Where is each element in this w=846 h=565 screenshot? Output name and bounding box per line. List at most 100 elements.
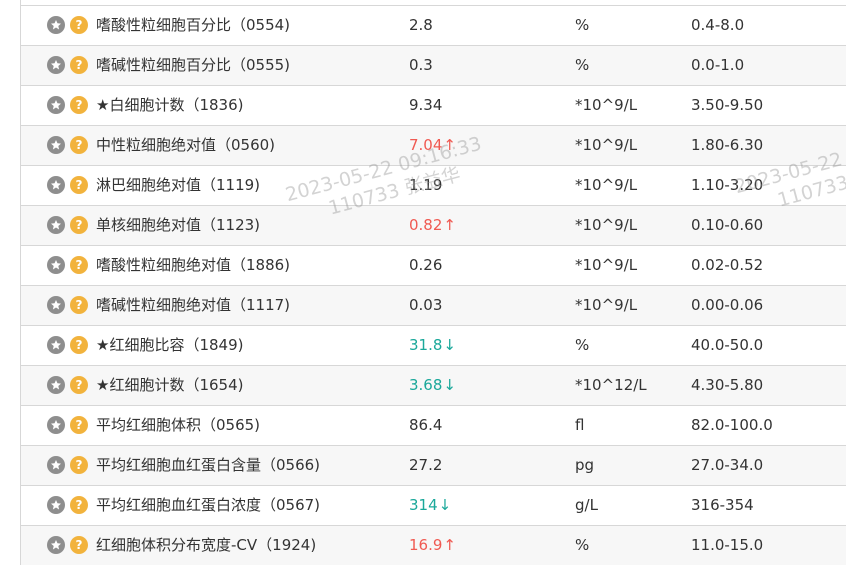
test-unit: *10^9/L xyxy=(575,256,638,274)
result-value: 0.03 xyxy=(409,296,443,314)
table-body: ? 嗜酸性粒细胞百分比（0554) 2.8% 0.4-8.0? 嗜碱性粒细胞百分比（05… xyxy=(21,6,846,565)
question-icon[interactable]: ? xyxy=(70,176,88,194)
reference-range: 1.10-3.20 xyxy=(691,176,764,194)
result-value: 1.19 xyxy=(409,176,443,194)
star-icon[interactable] xyxy=(47,56,65,74)
test-name: 淋巴细胞绝对值（1119) xyxy=(96,176,261,194)
star-icon[interactable] xyxy=(47,456,65,474)
lab-results-page: ? 嗜酸性粒细胞百分比（0554) 2.8% 0.4-8.0? 嗜碱性粒细胞百分比（05… xyxy=(0,0,846,565)
reference-range: 0.4-8.0 xyxy=(691,16,745,34)
star-icon[interactable] xyxy=(47,296,65,314)
reference-range: 0.00-0.06 xyxy=(691,296,764,314)
reference-range: 316-354 xyxy=(691,496,754,514)
test-name: 平均红细胞血红蛋白含量（0566) xyxy=(96,456,321,474)
test-unit: *10^9/L xyxy=(575,96,638,114)
result-value: 314 xyxy=(409,496,438,514)
reference-range: 3.50-9.50 xyxy=(691,96,764,114)
test-result: 314↓ xyxy=(409,486,451,525)
test-result: 0.03 xyxy=(409,286,442,325)
test-result: 31.8↓ xyxy=(409,326,456,365)
test-name: 红细胞体积分布宽度-CV（1924) xyxy=(96,536,317,554)
table-row: ? 淋巴细胞绝对值（1119) 1.19 *10^9/L 1.10-3.20 xyxy=(21,166,846,206)
test-name: ★红细胞计数（1654) xyxy=(96,376,244,394)
test-result: 2.8 xyxy=(409,6,433,45)
reference-range: 0.0-1.0 xyxy=(691,56,745,74)
arrow-up-icon: ↑ xyxy=(443,216,456,234)
star-icon[interactable] xyxy=(47,376,65,394)
test-unit: *10^12/L xyxy=(575,376,647,394)
table-row: ? 平均红细胞血红蛋白含量（0566) 27.2 pg 27.0-34.0 xyxy=(21,446,846,486)
result-value: 3.68 xyxy=(409,376,443,394)
question-icon[interactable]: ? xyxy=(70,256,88,274)
question-icon[interactable]: ? xyxy=(70,536,88,554)
arrow-down-icon: ↓ xyxy=(443,336,456,354)
table-row: ? 嗜酸性粒细胞百分比（0554) 2.8% 0.4-8.0 xyxy=(21,6,846,46)
reference-range: 11.0-15.0 xyxy=(691,536,764,554)
question-icon[interactable]: ? xyxy=(70,96,88,114)
question-icon[interactable]: ? xyxy=(70,496,88,514)
star-icon[interactable] xyxy=(47,176,65,194)
table-row: ? 平均红细胞血红蛋白浓度（0567) 314↓ g/L 316-354 xyxy=(21,486,846,526)
star-icon[interactable] xyxy=(47,136,65,154)
test-result: 7.04↑ xyxy=(409,126,456,165)
table-row: ? 嗜碱性粒细胞绝对值（1117) 0.03 *10^9/L 0.00-0.06 xyxy=(21,286,846,326)
test-unit: % xyxy=(575,56,590,74)
star-icon[interactable] xyxy=(47,416,65,434)
test-name: 平均红细胞血红蛋白浓度（0567) xyxy=(96,496,321,514)
reference-range: 27.0-34.0 xyxy=(691,456,764,474)
question-icon[interactable]: ? xyxy=(70,296,88,314)
table-row: ? ★红细胞比容（1849) 31.8↓% 40.0-50.0 xyxy=(21,326,846,366)
star-icon[interactable] xyxy=(47,16,65,34)
reference-range: 0.10-0.60 xyxy=(691,216,764,234)
star-icon[interactable] xyxy=(47,496,65,514)
test-result: 3.68↓ xyxy=(409,366,456,405)
test-result: 27.2 xyxy=(409,446,442,485)
test-name: ★白细胞计数（1836) xyxy=(96,96,244,114)
question-icon[interactable]: ? xyxy=(70,56,88,74)
table-row: ? 嗜酸性粒细胞绝对值（1886) 0.26 *10^9/L 0.02-0.52 xyxy=(21,246,846,286)
result-value: 27.2 xyxy=(409,456,443,474)
star-icon[interactable] xyxy=(47,256,65,274)
question-icon[interactable]: ? xyxy=(70,216,88,234)
result-value: 86.4 xyxy=(409,416,443,434)
question-icon[interactable]: ? xyxy=(70,416,88,434)
question-icon[interactable]: ? xyxy=(70,336,88,354)
star-icon[interactable] xyxy=(47,536,65,554)
result-value: 0.3 xyxy=(409,56,433,74)
question-icon[interactable]: ? xyxy=(70,136,88,154)
star-icon[interactable] xyxy=(47,336,65,354)
result-value: 0.82 xyxy=(409,216,443,234)
test-unit: % xyxy=(575,536,590,554)
arrow-up-icon: ↑ xyxy=(443,136,456,154)
test-unit: *10^9/L xyxy=(575,136,638,154)
star-icon[interactable] xyxy=(47,96,65,114)
test-result: 0.82↑ xyxy=(409,206,456,245)
reference-range: 4.30-5.80 xyxy=(691,376,764,394)
test-unit: pg xyxy=(575,456,595,474)
table-row: ? 中性粒细胞绝对值（0560) 7.04↑ *10^9/L 1.80-6.30 xyxy=(21,126,846,166)
question-icon[interactable]: ? xyxy=(70,16,88,34)
test-result: 16.9↑ xyxy=(409,526,456,565)
table-row: ? ★红细胞计数（1654) 3.68↓ *10^12/L 4.30-5.80 xyxy=(21,366,846,406)
result-value: 0.26 xyxy=(409,256,443,274)
test-unit: fl xyxy=(575,416,585,434)
question-icon[interactable]: ? xyxy=(70,376,88,394)
test-name: 平均红细胞体积（0565) xyxy=(96,416,261,434)
star-icon[interactable] xyxy=(47,216,65,234)
test-result: 9.34 xyxy=(409,86,442,125)
reference-range: 40.0-50.0 xyxy=(691,336,764,354)
test-name: ★红细胞比容（1849) xyxy=(96,336,244,354)
test-name: 嗜酸性粒细胞绝对值（1886) xyxy=(96,256,291,274)
result-value: 9.34 xyxy=(409,96,443,114)
test-unit: *10^9/L xyxy=(575,216,638,234)
test-result: 86.4 xyxy=(409,406,442,445)
test-unit: *10^9/L xyxy=(575,176,638,194)
test-name: 中性粒细胞绝对值（0560) xyxy=(96,136,276,154)
table-row: ? 嗜碱性粒细胞百分比（0555) 0.3% 0.0-1.0 xyxy=(21,46,846,86)
question-icon[interactable]: ? xyxy=(70,456,88,474)
test-unit: % xyxy=(575,16,590,34)
reference-range: 82.0-100.0 xyxy=(691,416,773,434)
result-value: 31.8 xyxy=(409,336,443,354)
arrow-up-icon: ↑ xyxy=(443,536,456,554)
result-value: 16.9 xyxy=(409,536,443,554)
